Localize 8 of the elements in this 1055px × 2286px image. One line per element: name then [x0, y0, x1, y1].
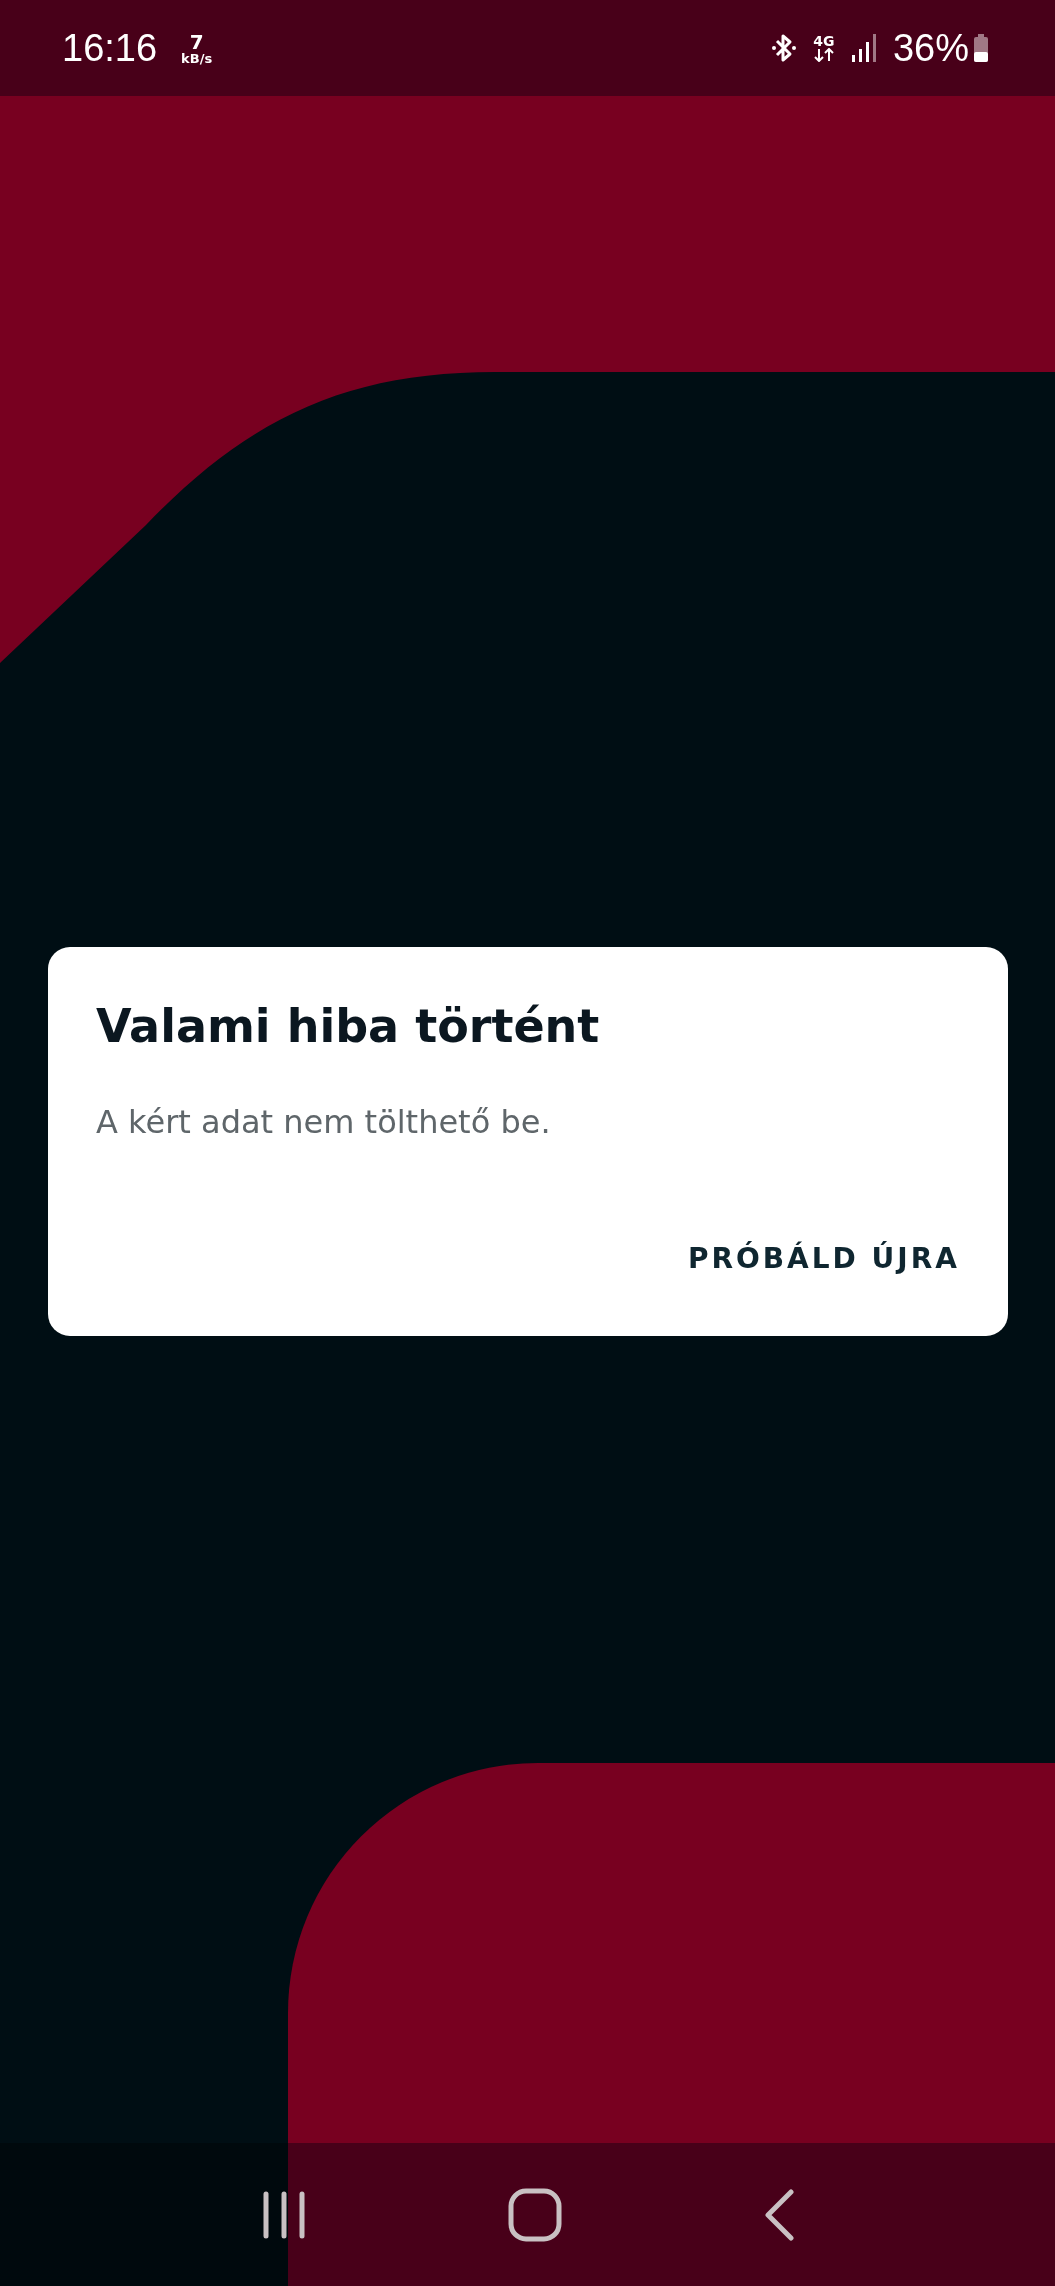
battery-percent: 36% [892, 25, 969, 71]
clock-text: 16:16 [62, 25, 158, 71]
network-type-text: 4G [813, 34, 835, 48]
dialog-title: Valami hiba történt [96, 999, 601, 1055]
speed-value: 7 [189, 31, 204, 52]
dialog-message: A kért adat nem tölthető be. [96, 1102, 552, 1144]
speed-unit: kB/s [181, 51, 213, 65]
retry-button[interactable]: PRÓBÁLD ÚJRA [679, 1234, 968, 1284]
